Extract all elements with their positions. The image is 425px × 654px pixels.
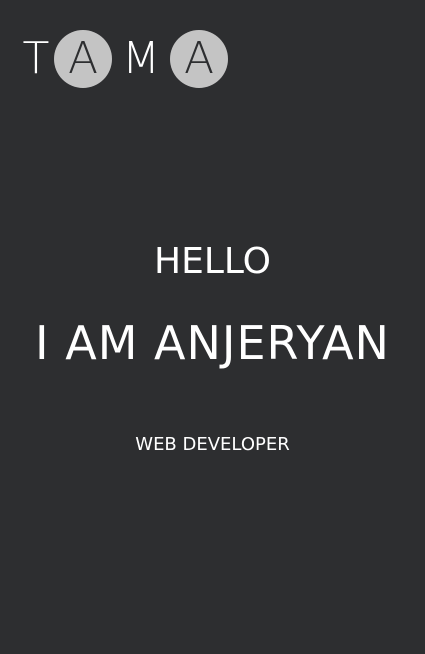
- logo-letter-t: T: [22, 33, 50, 84]
- logo-letter-a-circle: A: [54, 30, 112, 88]
- hero-name: I AM ANJERYAN: [35, 316, 390, 370]
- hero-role: WEB DEVELOPER: [135, 434, 290, 455]
- logo-letter-a-circle-2: A: [170, 30, 228, 88]
- logo-letter-m: M: [122, 33, 160, 84]
- hero-greeting: HELLO: [154, 241, 271, 282]
- site-logo[interactable]: T A M A: [18, 30, 228, 88]
